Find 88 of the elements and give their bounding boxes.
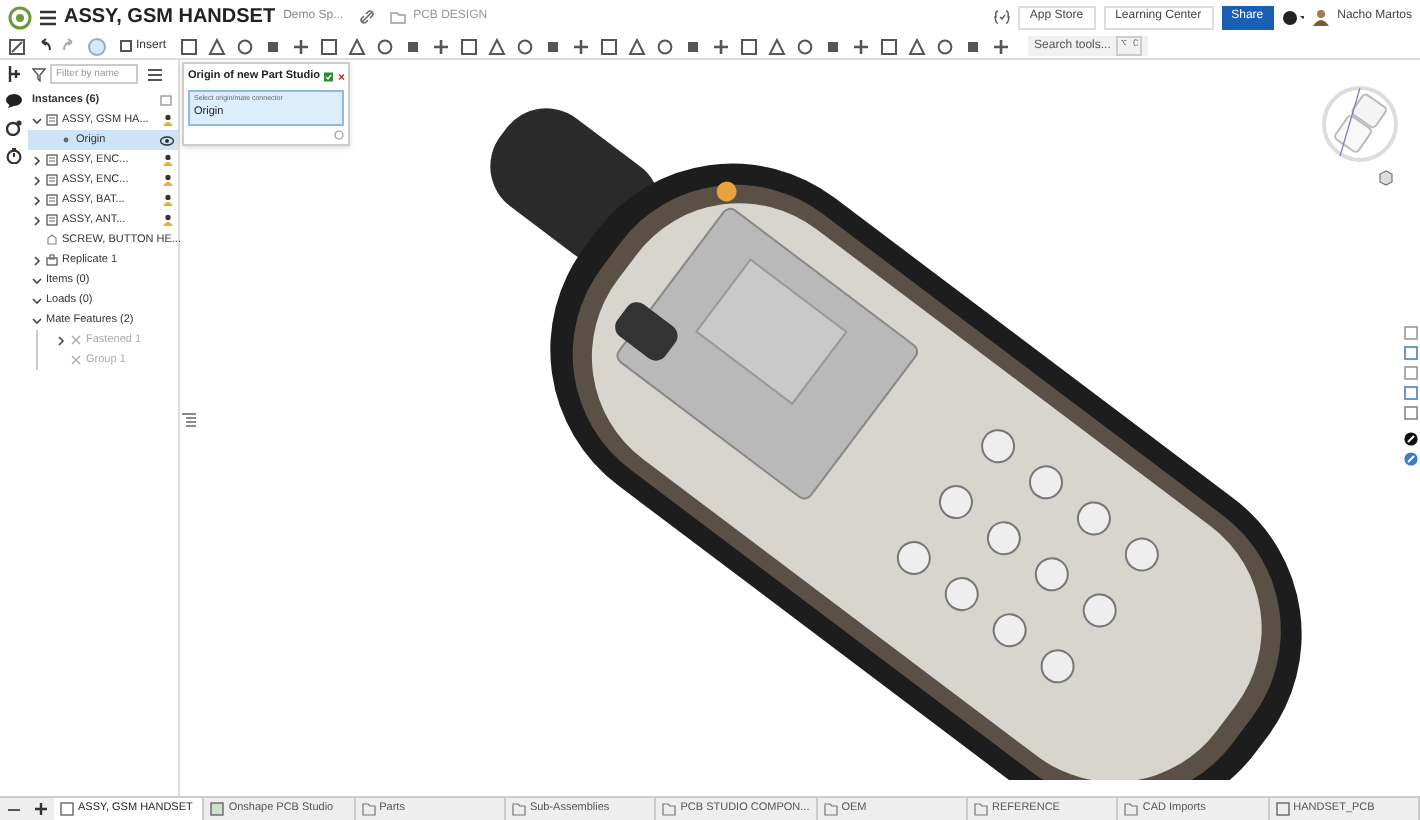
expand-icon[interactable]: [32, 255, 42, 265]
user-badge-icon: [162, 174, 174, 186]
tab-menu-icon[interactable]: [6, 803, 22, 815]
gear-icon[interactable]: [6, 120, 22, 136]
triangle-icon[interactable]: [768, 37, 787, 55]
stopwatch-icon[interactable]: [6, 148, 22, 164]
collapse-icon[interactable]: [32, 275, 42, 285]
expand-icon[interactable]: [32, 215, 42, 225]
part-icon: [46, 234, 58, 246]
circle-icon[interactable]: [936, 37, 955, 55]
circle-icon[interactable]: [516, 37, 535, 55]
avatar-icon[interactable]: [1311, 8, 1330, 26]
cross-icon[interactable]: [852, 37, 871, 55]
folder-icon: [361, 802, 376, 816]
document-icon: [210, 802, 225, 816]
cross-icon[interactable]: [712, 37, 731, 55]
expand-icon[interactable]: [32, 195, 42, 205]
circle-icon[interactable]: [656, 37, 675, 55]
assembly-icon: [46, 154, 58, 166]
block-icon[interactable]: [824, 37, 843, 55]
triangle-icon[interactable]: [628, 37, 647, 55]
link-icon[interactable]: [359, 10, 374, 24]
folder-icon: [1124, 802, 1139, 816]
block-icon[interactable]: [544, 37, 563, 55]
tree-icon[interactable]: [6, 66, 22, 82]
folder-icon: [823, 802, 838, 816]
assembly-icon: [46, 214, 58, 226]
eye-icon[interactable]: [160, 135, 174, 145]
circle-icon[interactable]: [236, 37, 255, 55]
document-icon: [60, 802, 74, 816]
expand-icon[interactable]: [32, 155, 42, 165]
square-icon[interactable]: [180, 37, 199, 55]
document-icon: [1275, 802, 1290, 816]
compass-icon[interactable]: [1404, 432, 1418, 446]
versions-icon[interactable]: [993, 10, 1010, 24]
user-badge-icon: [162, 194, 174, 206]
circle-icon[interactable]: [796, 37, 815, 55]
menu-icon[interactable]: [40, 9, 56, 25]
assembly-icon: [46, 174, 58, 186]
cross-icon[interactable]: [992, 37, 1011, 55]
square-icon[interactable]: [740, 37, 759, 55]
pattern-icon: [46, 254, 58, 266]
add-tab-icon[interactable]: [34, 802, 48, 816]
square-icon[interactable]: [880, 37, 899, 55]
block-icon[interactable]: [264, 37, 283, 55]
block-icon[interactable]: [964, 37, 983, 55]
list-icon[interactable]: [180, 412, 198, 430]
square-icon[interactable]: [320, 37, 339, 55]
block-icon[interactable]: [404, 37, 423, 55]
circle-icon[interactable]: [376, 37, 395, 55]
mate-icon: [70, 334, 82, 346]
folder-icon: [511, 802, 526, 816]
cross-icon[interactable]: [432, 37, 451, 55]
triangle-icon[interactable]: [908, 37, 927, 55]
user-badge-icon: [162, 214, 174, 226]
triangle-icon[interactable]: [348, 37, 367, 55]
square-icon: [120, 40, 132, 52]
square-icon[interactable]: [460, 37, 479, 55]
mate-icon: [70, 354, 82, 366]
collapse-icon[interactable]: [32, 295, 42, 305]
collapse-icon[interactable]: [32, 115, 42, 125]
triangle-icon[interactable]: [208, 37, 227, 55]
assembly-icon: [46, 194, 58, 206]
document-title: ASSY, GSM HANDSET: [64, 4, 276, 32]
square-icon[interactable]: [600, 37, 619, 55]
assembly-icon: [46, 114, 58, 126]
cross-icon[interactable]: [572, 37, 591, 55]
tool-icon[interactable]: [8, 37, 26, 55]
help-icon[interactable]: [1281, 9, 1304, 25]
collapse-icon[interactable]: [32, 315, 42, 325]
folder-icon: [974, 802, 989, 816]
user-badge-icon: [162, 114, 174, 126]
logo-icon[interactable]: [8, 5, 32, 29]
close-icon[interactable]: [337, 70, 344, 84]
expand-icon[interactable]: [32, 175, 42, 185]
undo-icon[interactable]: [36, 38, 52, 54]
comment-icon[interactable]: [6, 94, 22, 108]
block-icon[interactable]: [684, 37, 703, 55]
confirm-icon[interactable]: [324, 68, 333, 86]
triangle-icon[interactable]: [488, 37, 507, 55]
list-icon[interactable]: [148, 67, 162, 81]
folder-icon: [389, 11, 406, 23]
filter-icon[interactable]: [32, 67, 46, 81]
user-badge-icon: [162, 154, 174, 166]
folder-icon: [662, 802, 677, 816]
dot-icon: [60, 134, 72, 146]
cross-icon[interactable]: [292, 37, 311, 55]
cube-icon[interactable]: [1378, 170, 1396, 186]
